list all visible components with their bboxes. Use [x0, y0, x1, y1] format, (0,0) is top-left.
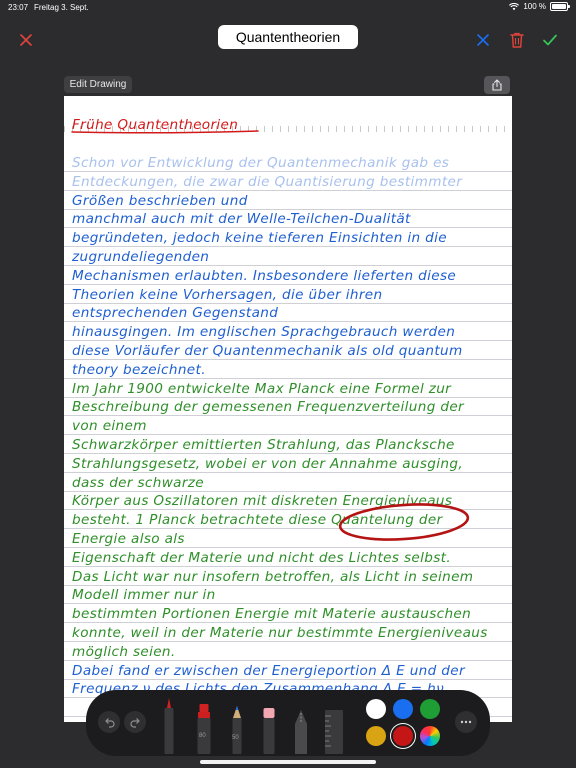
top-bar: Quantentheorien [0, 20, 576, 60]
handwritten-line: Modell immer nur in [72, 587, 216, 604]
redo-button[interactable] [124, 711, 146, 733]
heading-underline [71, 130, 259, 134]
handwritten-line: begründeten, jedoch keine tieferen Einsi… [72, 230, 447, 247]
checkmark-icon [543, 34, 557, 46]
handwritten-line: theory bezeichnet. [72, 361, 206, 378]
handwritten-line: dass der schwarze [72, 474, 205, 491]
trash-icon [510, 32, 524, 48]
pencil-tool[interactable]: 50 [230, 706, 244, 759]
handwritten-line: Entdeckungen, die zwar die Quantisierung… [72, 173, 463, 190]
handwritten-line: Eigenschaft der Materie und nicht des Li… [72, 549, 451, 566]
ruler-icon [325, 710, 343, 754]
handwritten-line: Das Licht war nur insofern betroffen, al… [72, 568, 474, 585]
handwritten-line: konnte, weil in der Materie nur bestimmt… [72, 625, 488, 641]
x-icon [477, 34, 489, 46]
handwritten-line: Schwarzkörper emittierten Strahlung, das… [72, 437, 455, 453]
handwritten-line: Größen beschrieben und [72, 192, 248, 209]
more-button[interactable] [455, 711, 477, 733]
color-yellow-swatch[interactable] [366, 726, 386, 746]
handwritten-line: Mechanismen erlaubten. Insbesondere lief… [72, 267, 457, 284]
eraser-icon [263, 708, 275, 754]
more-icon [460, 720, 472, 724]
handwritten-line: möglich seien. [72, 643, 176, 660]
handwritten-line: bestimmten Portionen Energie mit Materie… [72, 606, 472, 623]
pencil-icon [232, 706, 242, 754]
close-button[interactable] [14, 28, 38, 52]
delete-button[interactable] [505, 28, 529, 52]
handwritten-line: Im Jahr 1900 entwickelte Max Planck eine… [72, 380, 452, 397]
marker-icon [197, 704, 211, 754]
wifi-icon [509, 2, 520, 10]
handwritten-line: entsprechenden Gegenstand [72, 305, 279, 322]
drawing-toolbar: 80 50 [86, 690, 490, 756]
color-red-swatch[interactable] [393, 726, 413, 746]
status-right: 100 % [509, 2, 570, 11]
color-white-swatch[interactable] [366, 699, 386, 719]
status-bar: 23:07 Freitag 3. Sept. 100 % [0, 0, 576, 16]
undo-button[interactable] [98, 711, 120, 733]
marker-size-label: 80 [199, 733, 206, 739]
color-picker-wheel-icon[interactable] [420, 726, 440, 746]
share-button[interactable] [484, 76, 510, 94]
pen-tool[interactable] [162, 698, 176, 759]
close-icon [20, 34, 32, 46]
save-button[interactable] [538, 28, 562, 52]
lasso-tool[interactable] [294, 710, 308, 759]
handwritten-line: Dabei fand er zwischen der Energieportio… [72, 662, 465, 679]
edit-drawing-button[interactable]: Edit Drawing [64, 76, 132, 93]
battery-percentage: 100 % [523, 2, 546, 11]
note-canvas[interactable]: Frühe Quantentheorien Schon vor Entwickl… [64, 96, 512, 722]
lasso-icon [295, 710, 307, 754]
marker-tool[interactable]: 80 [196, 704, 212, 759]
handwritten-line: Theorien keine Vorhersagen, die über ihr… [72, 286, 383, 303]
red-circle-annotation [338, 503, 470, 541]
clear-button[interactable] [471, 28, 495, 52]
share-icon [492, 79, 502, 91]
color-blue-swatch[interactable] [393, 699, 413, 719]
handwritten-line: von einem [72, 418, 147, 435]
redo-icon [129, 717, 140, 728]
handwritten-line: Beschreibung der gemessenen Frequenzvert… [72, 399, 464, 416]
handwritten-line: zugrundeliegenden [72, 249, 210, 265]
eraser-tool[interactable] [262, 708, 276, 759]
handwritten-line: hinausgingen. Im englischen Sprachgebrau… [72, 324, 456, 341]
pencil-size-label: 50 [232, 735, 239, 741]
home-indicator [200, 760, 376, 764]
pen-icon [164, 698, 174, 754]
status-time: 23:07 [8, 3, 29, 12]
handwritten-line: diese Vorläufer der Quantenmechanik als … [72, 343, 463, 359]
undo-icon [104, 717, 115, 728]
note-title[interactable]: Quantentheorien [218, 25, 358, 49]
handwritten-line: Energie also als [72, 531, 185, 547]
handwritten-line: Schon vor Entwicklung der Quantenmechani… [72, 155, 450, 171]
battery-icon [550, 2, 570, 11]
color-green-swatch[interactable] [420, 699, 440, 719]
handwritten-line: Strahlungsgesetz, wobei er von der Annah… [72, 455, 464, 472]
status-date: Freitag 3. Sept. [34, 3, 89, 12]
handwritten-line: manchmal auch mit der Welle-Teilchen-Dua… [72, 211, 411, 228]
ruler-tool[interactable] [324, 710, 344, 759]
